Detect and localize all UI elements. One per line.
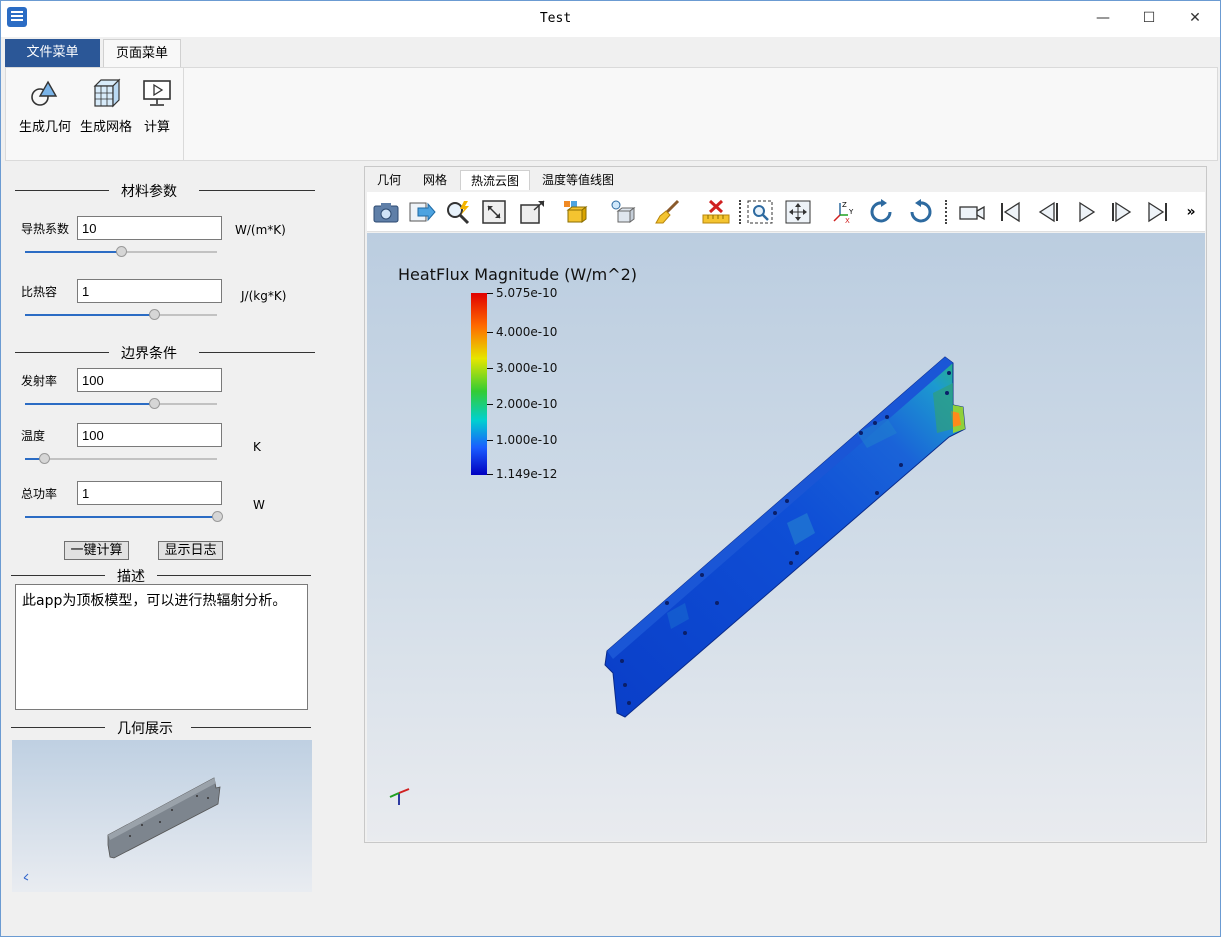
emissivity-slider[interactable] bbox=[25, 397, 217, 411]
geometry-icon bbox=[31, 80, 58, 106]
temperature-unit: K bbox=[253, 440, 261, 454]
rotate-ccw-icon[interactable] bbox=[905, 198, 935, 226]
geometry-preview[interactable] bbox=[12, 740, 312, 892]
more-icon[interactable]: » bbox=[1181, 198, 1201, 226]
frame-icon[interactable] bbox=[517, 198, 547, 226]
brush-icon[interactable] bbox=[653, 198, 683, 226]
viewer-panel: 几何 网格 热流云图 温度等值线图 Z Y X » HeatFlux Magni… bbox=[364, 166, 1207, 843]
svg-text:Y: Y bbox=[848, 208, 854, 216]
toolbar-separator bbox=[739, 200, 741, 224]
move-icon[interactable] bbox=[783, 198, 813, 226]
conductivity-unit: W/(m*K) bbox=[235, 223, 286, 237]
power-slider[interactable] bbox=[25, 510, 223, 524]
window-title: Test bbox=[539, 11, 572, 26]
temperature-input[interactable] bbox=[77, 423, 222, 447]
preview-title: 几何展示 bbox=[117, 721, 173, 737]
camera-video-icon[interactable] bbox=[957, 198, 987, 226]
ruler-icon[interactable] bbox=[701, 198, 731, 226]
heat-capacity-label: 比热容 bbox=[21, 285, 58, 299]
axes-icon[interactable]: ZYX bbox=[829, 198, 859, 226]
description-title: 描述 bbox=[117, 569, 145, 585]
export-icon[interactable] bbox=[407, 198, 437, 226]
svg-text:Z: Z bbox=[842, 201, 847, 209]
generate-mesh-label: 生成网格 bbox=[79, 120, 132, 135]
temperature-slider[interactable] bbox=[25, 452, 217, 466]
tab-geometry[interactable]: 几何 bbox=[367, 170, 411, 190]
rotate-cw-icon[interactable] bbox=[867, 198, 897, 226]
heat-capacity-slider[interactable] bbox=[25, 308, 217, 322]
ribbon-group: 生成几何 生成网格 计算 bbox=[6, 68, 184, 160]
zoom-region-icon[interactable] bbox=[745, 198, 775, 226]
conductivity-slider[interactable] bbox=[25, 245, 217, 259]
compute-icon bbox=[143, 80, 171, 106]
zoom-icon[interactable] bbox=[443, 198, 473, 226]
boundary-group-title: 边界条件 bbox=[15, 343, 315, 362]
display-mode-icon[interactable] bbox=[561, 198, 591, 226]
power-input[interactable] bbox=[77, 481, 222, 505]
description-text[interactable]: 此app为顶板模型，可以进行热辐射分析。 bbox=[15, 584, 308, 710]
power-unit: W bbox=[253, 498, 265, 512]
compute-button[interactable]: 计算 bbox=[140, 76, 174, 135]
3d-viewport[interactable]: HeatFlux Magnitude (W/m^2) 5.075e-10 4.0… bbox=[367, 233, 1205, 841]
material-group-title: 材料参数 bbox=[15, 181, 315, 200]
tab-heatflux[interactable]: 热流云图 bbox=[460, 170, 530, 190]
left-panel: 材料参数 导热系数 W/(m*K) 比热容 J/(kg*K) 边界条件 发射率 … bbox=[5, 166, 360, 934]
tab-mesh[interactable]: 网格 bbox=[413, 170, 457, 190]
maximize-icon[interactable]: ☐ bbox=[1126, 1, 1172, 35]
visibility-icon[interactable] bbox=[609, 198, 639, 226]
conductivity-input[interactable] bbox=[77, 216, 222, 240]
app-window: Test — ☐ ✕ 文件菜单 页面菜单 生成几何 生成网格 计算 材料参数 导… bbox=[0, 0, 1221, 937]
boundary-title: 边界条件 bbox=[121, 346, 177, 362]
axis-triad-icon bbox=[389, 788, 410, 805]
ribbon-panel: 生成几何 生成网格 计算 bbox=[5, 67, 1218, 161]
viewer-toolbar: ZYX » bbox=[367, 192, 1205, 232]
temperature-label: 温度 bbox=[21, 429, 46, 443]
heat-capacity-input[interactable] bbox=[77, 279, 222, 303]
title-bar: Test — ☐ ✕ bbox=[1, 1, 1220, 37]
one-click-compute-button[interactable]: 一键计算 bbox=[64, 541, 129, 560]
show-log-button[interactable]: 显示日志 bbox=[158, 541, 223, 560]
toolbar-separator bbox=[945, 200, 947, 224]
preview-model bbox=[23, 777, 221, 881]
preview-group-title: 几何展示 bbox=[11, 718, 311, 737]
close-icon[interactable]: ✕ bbox=[1172, 1, 1218, 35]
tab-page-menu[interactable]: 页面菜单 bbox=[103, 39, 181, 67]
svg-text:X: X bbox=[845, 217, 850, 225]
minimize-icon[interactable]: — bbox=[1080, 1, 1126, 35]
last-frame-icon[interactable] bbox=[1143, 198, 1173, 226]
first-frame-icon[interactable] bbox=[995, 198, 1025, 226]
emissivity-label: 发射率 bbox=[21, 374, 58, 388]
tab-file-menu[interactable]: 文件菜单 bbox=[5, 39, 100, 67]
play-icon[interactable] bbox=[1071, 198, 1101, 226]
fit-icon[interactable] bbox=[479, 198, 509, 226]
conductivity-label: 导热系数 bbox=[21, 222, 70, 236]
material-title: 材料参数 bbox=[121, 184, 177, 200]
compute-label: 计算 bbox=[143, 120, 170, 135]
generate-geometry-label: 生成几何 bbox=[18, 120, 71, 135]
generate-mesh-button[interactable]: 生成网格 bbox=[78, 76, 134, 135]
emissivity-input[interactable] bbox=[77, 368, 222, 392]
tab-temperature-contour[interactable]: 温度等值线图 bbox=[532, 170, 624, 190]
next-frame-icon[interactable] bbox=[1107, 198, 1137, 226]
power-label: 总功率 bbox=[21, 487, 58, 501]
heatflux-model bbox=[604, 356, 966, 718]
mesh-icon bbox=[93, 78, 121, 108]
prev-frame-icon[interactable] bbox=[1033, 198, 1063, 226]
heat-capacity-unit: J/(kg*K) bbox=[241, 289, 287, 303]
generate-geometry-button[interactable]: 生成几何 bbox=[16, 76, 74, 135]
camera-icon[interactable] bbox=[371, 198, 401, 226]
description-group-title: 描述 bbox=[11, 566, 311, 585]
